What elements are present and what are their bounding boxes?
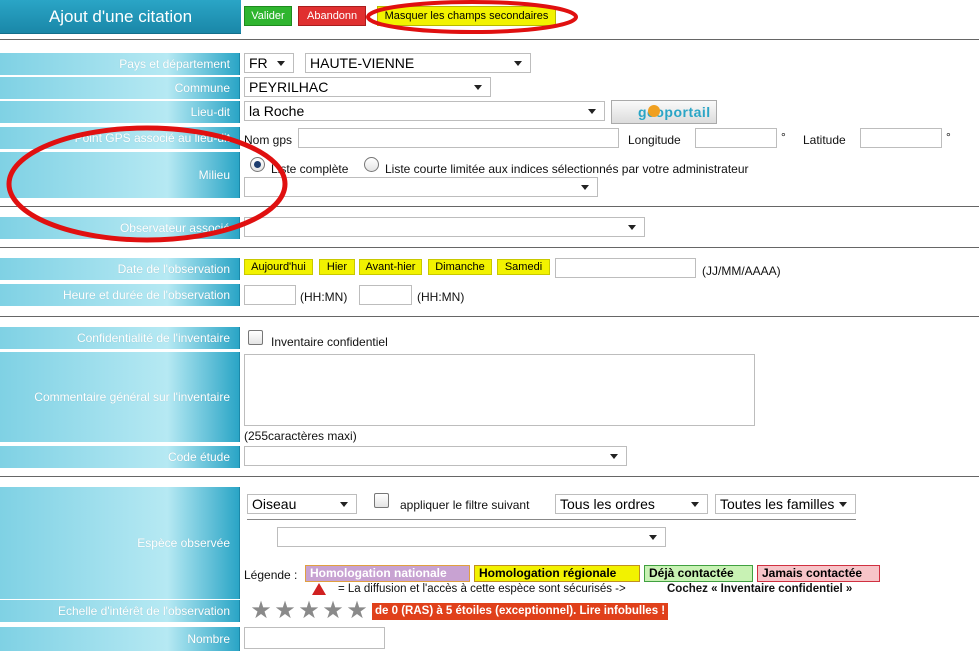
- label-confidentialite: Confidentialité de l'inventaire: [0, 327, 240, 349]
- date-sunday-button[interactable]: Dimanche: [428, 259, 492, 275]
- label-commentaire: Commentaire général sur l'inventaire: [0, 352, 240, 442]
- milieu-full-list-label: Liste complète: [271, 162, 349, 176]
- date-format-hint: (JJ/MM/AAAA): [702, 264, 781, 278]
- geoportail-button[interactable]: géoportail: [611, 100, 717, 124]
- legend-jamais-contactee: Jamais contactée: [757, 565, 880, 582]
- familles-select[interactable]: Toutes les familles: [715, 494, 856, 514]
- lieu-dit-select[interactable]: la Roche: [244, 101, 605, 121]
- toggle-secondary-fields-button[interactable]: Masquer les champs secondaires: [377, 6, 556, 26]
- star-icon-5[interactable]: ★: [346, 599, 368, 623]
- latitude-degree: °: [946, 130, 951, 144]
- commune-select[interactable]: PEYRILHAC: [244, 77, 491, 97]
- filter-label: appliquer le filtre suivant: [400, 498, 530, 512]
- label-pays: Pays et département: [0, 53, 240, 75]
- label-commune: Commune: [0, 77, 240, 99]
- label-echelle: Echelle d'intérêt de l'observation: [0, 600, 240, 622]
- code-etude-select[interactable]: [244, 446, 627, 466]
- divider: [0, 316, 979, 317]
- divider: [247, 519, 856, 520]
- legend-homologation-nationale: Homologation nationale: [305, 565, 470, 582]
- milieu-short-list-radio[interactable]: [364, 157, 379, 172]
- time-start-input[interactable]: [244, 285, 296, 305]
- time-format-hint-2: (HH:MN): [417, 290, 465, 304]
- legend-homologation-regionale: Homologation régionale: [474, 565, 640, 582]
- label-observateur: Observateur associé: [0, 217, 240, 239]
- confidential-checkbox[interactable]: [248, 330, 263, 345]
- label-espece: Espèce observée: [0, 487, 240, 599]
- observateur-select[interactable]: [244, 217, 645, 237]
- abandon-button[interactable]: Abandonn: [298, 6, 366, 26]
- warning-text: = La diffusion et l'accès à cette espèce…: [338, 583, 626, 595]
- divider: [0, 206, 979, 207]
- espece-select[interactable]: [277, 527, 666, 547]
- comment-textarea[interactable]: [244, 354, 755, 426]
- milieu-select[interactable]: [244, 177, 598, 197]
- label-lieu-dit: Lieu-dit: [0, 101, 240, 123]
- divider: [0, 476, 979, 477]
- divider: [0, 247, 979, 248]
- date-input[interactable]: [555, 258, 696, 278]
- label-heure: Heure et durée de l'observation: [0, 284, 240, 306]
- page-title-bar: Ajout d'une citation: [0, 0, 241, 34]
- star-icon-3[interactable]: ★: [298, 599, 320, 623]
- label-date: Date de l'observation: [0, 258, 240, 280]
- label-nombre: Nombre: [0, 627, 240, 651]
- date-saturday-button[interactable]: Samedi: [497, 259, 550, 275]
- milieu-short-list-label: Liste courte limitée aux indices sélecti…: [385, 162, 749, 176]
- longitude-degree: °: [781, 130, 786, 144]
- star-icon-2[interactable]: ★: [274, 599, 296, 623]
- ordres-select[interactable]: Tous les ordres: [555, 494, 708, 514]
- latitude-label: Latitude: [803, 133, 846, 147]
- department-select[interactable]: HAUTE-VIENNE: [305, 53, 531, 73]
- time-duration-input[interactable]: [359, 285, 412, 305]
- label-code-etude: Code étude: [0, 446, 240, 468]
- legend-label: Légende :: [244, 568, 298, 582]
- country-select[interactable]: FR: [244, 53, 294, 73]
- nom-gps-input[interactable]: [298, 128, 619, 148]
- scale-info-banner: de 0 (RAS) à 5 étoiles (exceptionnel). L…: [372, 603, 669, 620]
- warning-bold-text: Cochez « Inventaire confidentiel »: [667, 583, 853, 595]
- time-format-hint-1: (HH:MN): [300, 290, 348, 304]
- date-today-button[interactable]: Aujourd'hui: [244, 259, 313, 275]
- label-milieu: Milieu: [0, 152, 240, 198]
- latitude-input[interactable]: [860, 128, 942, 148]
- confidential-label: Inventaire confidentiel: [271, 335, 388, 349]
- legend-deja-contactee: Déjà contactée: [644, 565, 753, 582]
- page-title: Ajout d'une citation: [48, 7, 193, 26]
- validate-button[interactable]: Valider: [244, 6, 292, 26]
- label-gps: Point GPS associé au lieu-dit: [0, 127, 240, 149]
- milieu-full-list-radio[interactable]: [250, 157, 265, 172]
- espece-group-select[interactable]: Oiseau: [247, 494, 357, 514]
- nom-gps-label: Nom gps: [244, 133, 293, 147]
- filter-checkbox[interactable]: [374, 493, 389, 508]
- longitude-input[interactable]: [695, 128, 777, 148]
- divider: [0, 39, 979, 40]
- star-icon-4[interactable]: ★: [322, 599, 344, 623]
- geoportail-icon: [648, 105, 660, 117]
- comment-max-hint: (255caractères maxi): [244, 429, 357, 443]
- longitude-label: Longitude: [628, 133, 681, 147]
- star-icon-1[interactable]: ★: [250, 599, 272, 623]
- date-yesterday-button[interactable]: Hier: [319, 259, 355, 275]
- warning-icon: [312, 583, 326, 595]
- nombre-input[interactable]: [244, 627, 385, 649]
- date-day-before-button[interactable]: Avant-hier: [359, 259, 422, 275]
